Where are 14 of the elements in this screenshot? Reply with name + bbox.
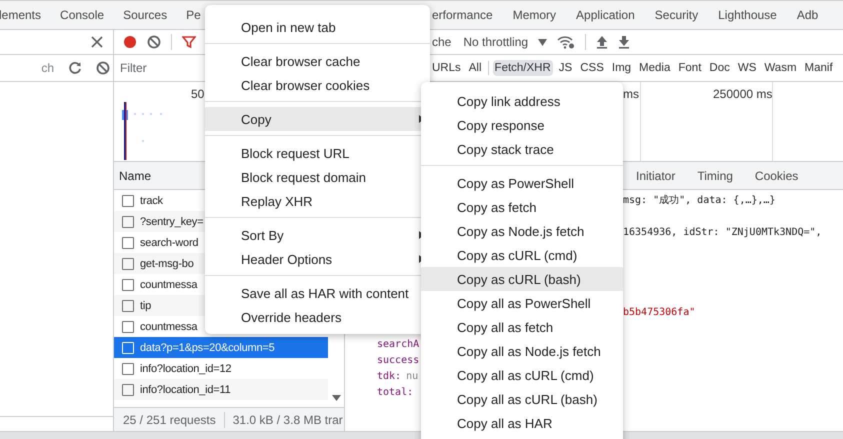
json-key: tdk:: [377, 369, 402, 385]
json-string-value: b5b475306fa": [623, 306, 696, 320]
json-preview-line: 16354936, idStr: "ZNjU0MTk3NDQ=",: [623, 226, 822, 240]
timeline-tick: 250000 ms: [713, 87, 772, 101]
json-preview-line: msg: "成功", data: {,…},…}: [623, 194, 776, 208]
timeline-tick: ms: [623, 87, 639, 101]
json-key: success: [377, 353, 420, 369]
json-value: nu: [406, 370, 418, 384]
json-key: searchA: [377, 337, 420, 353]
request-count: 25 / 251 requests: [123, 412, 216, 426]
transfer-size: 31.0 kB / 3.8 MB trar: [232, 412, 343, 426]
timeline-tick: 50: [191, 87, 204, 101]
json-key: total:: [377, 385, 414, 401]
cache-label: che: [432, 35, 452, 49]
